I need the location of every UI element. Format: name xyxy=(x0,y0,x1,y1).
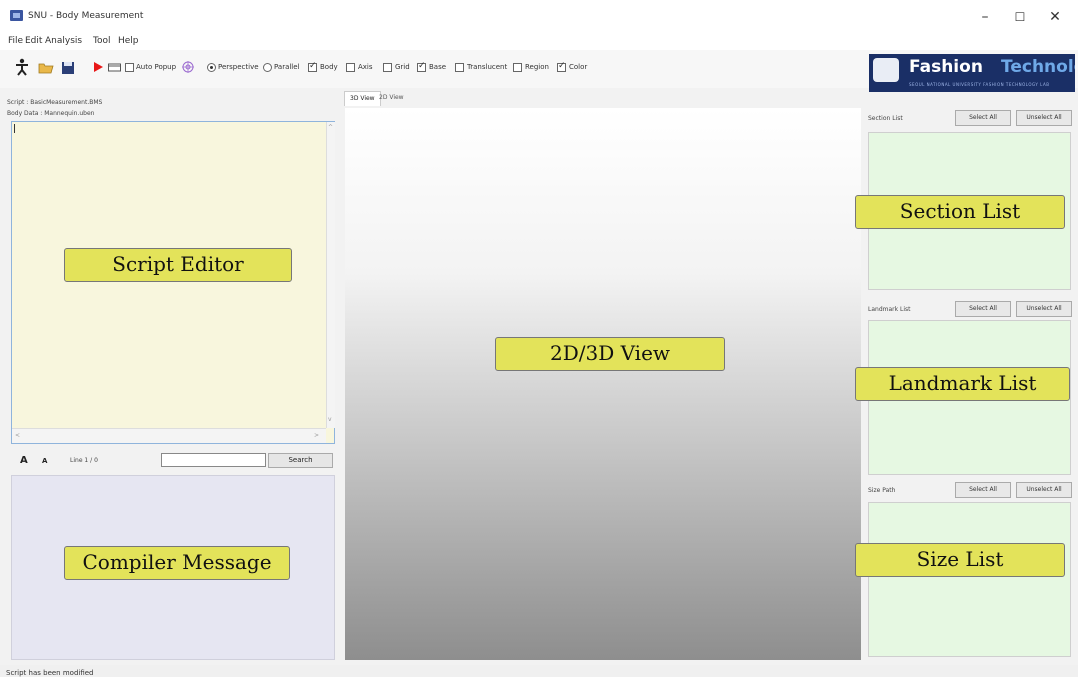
region-label: Region xyxy=(525,63,549,71)
grid-label: Grid xyxy=(395,63,410,71)
save-icon[interactable] xyxy=(60,58,76,76)
font-increase-button[interactable]: A xyxy=(20,455,28,466)
color-checkbox[interactable] xyxy=(557,61,566,72)
close-button[interactable]: ✕ xyxy=(1040,6,1070,28)
translucent-checkbox[interactable] xyxy=(455,63,464,72)
section-unselect-all-button[interactable]: Unselect All xyxy=(1016,110,1072,126)
minimize-button[interactable]: – xyxy=(970,6,1000,28)
script-editor[interactable]: ^ v < > Script Editor xyxy=(11,121,335,444)
search-input[interactable] xyxy=(161,453,266,467)
region-checkbox[interactable] xyxy=(513,63,522,72)
color-label: Color xyxy=(569,63,588,71)
scroll-down-icon[interactable]: v xyxy=(328,416,332,423)
parallel-label: Parallel xyxy=(274,63,300,71)
callout-compiler-message: Compiler Message xyxy=(64,546,290,580)
size-unselect-all-button[interactable]: Unselect All xyxy=(1016,482,1072,498)
body-checkbox[interactable] xyxy=(308,61,317,72)
tab-2d-view[interactable]: 2D View xyxy=(374,91,409,106)
window-icon[interactable] xyxy=(107,58,123,76)
logo-subtitle: SEOUL NATIONAL UNIVERSITY FASHION TECHNO… xyxy=(909,82,1050,87)
maximize-button[interactable]: ☐ xyxy=(1005,6,1035,28)
section-list-label: Section List xyxy=(868,115,903,122)
title-bar: SNU - Body Measurement – ☐ ✕ xyxy=(0,0,1078,34)
scroll-left-icon[interactable]: < xyxy=(15,432,20,439)
landmark-unselect-all-button[interactable]: Unselect All xyxy=(1016,301,1072,317)
auto-popup-label: Auto Popup xyxy=(136,63,177,71)
callout-size-list: Size List xyxy=(855,543,1065,577)
menu-edit[interactable]: Edit xyxy=(25,36,42,46)
search-button[interactable]: Search xyxy=(268,453,333,468)
view-area[interactable]: 2D/3D View xyxy=(345,108,861,660)
script-file-label: Script : BasicMeasurement.BMS xyxy=(7,99,103,106)
line-info: Line 1 / 0 xyxy=(70,457,98,464)
run-icon[interactable] xyxy=(90,58,106,76)
callout-section-list: Section List xyxy=(855,195,1065,229)
fashion-technology-logo: Fashion Technology SEOUL NATIONAL UNIVER… xyxy=(869,54,1075,92)
body-label: Body xyxy=(320,63,338,71)
translucent-label: Translucent xyxy=(467,63,508,71)
size-select-all-button[interactable]: Select All xyxy=(955,482,1011,498)
parallel-radio[interactable] xyxy=(263,63,272,72)
target-icon[interactable] xyxy=(180,58,196,76)
menu-analysis[interactable]: Analysis xyxy=(45,36,82,46)
body-data-label: Body Data : Mannequin.uben xyxy=(7,110,95,117)
person-icon[interactable] xyxy=(14,58,30,76)
size-list[interactable] xyxy=(868,502,1071,657)
open-folder-icon[interactable] xyxy=(38,58,54,76)
app-window: SNU - Body Measurement – ☐ ✕ File Edit A… xyxy=(0,0,1078,677)
size-path-label: Size Path xyxy=(868,487,896,494)
section-select-all-button[interactable]: Select All xyxy=(955,110,1011,126)
compiler-message-panel: Compiler Message xyxy=(11,475,335,660)
scroll-right-icon[interactable]: > xyxy=(314,432,319,439)
menu-file[interactable]: File xyxy=(8,36,23,46)
grid-checkbox[interactable] xyxy=(383,63,392,72)
landmark-list-label: Landmark List xyxy=(868,306,911,313)
status-text: Script has been modified xyxy=(6,669,94,677)
font-decrease-button[interactable]: A xyxy=(42,457,47,465)
status-bar xyxy=(0,665,1078,677)
menu-help[interactable]: Help xyxy=(118,36,139,46)
landmark-select-all-button[interactable]: Select All xyxy=(955,301,1011,317)
emblem-icon xyxy=(873,58,899,82)
menu-tool[interactable]: Tool xyxy=(93,36,110,46)
axis-label: Axis xyxy=(358,63,373,71)
text-cursor xyxy=(14,124,15,133)
callout-script-editor: Script Editor xyxy=(64,248,292,282)
scroll-up-icon[interactable]: ^ xyxy=(328,124,333,131)
perspective-label: Perspective xyxy=(218,63,259,71)
logo-word-fashion: Fashion xyxy=(909,57,983,77)
menu-bar: File Edit Analysis Tool Help xyxy=(0,34,1078,50)
perspective-radio[interactable] xyxy=(207,63,216,72)
editor-vertical-scrollbar[interactable]: ^ v xyxy=(326,122,335,428)
editor-horizontal-scrollbar[interactable]: < > xyxy=(12,428,326,443)
app-icon xyxy=(10,10,23,21)
window-title: SNU - Body Measurement xyxy=(28,11,144,21)
base-label: Base xyxy=(429,63,447,71)
callout-landmark-list: Landmark List xyxy=(855,367,1070,401)
callout-view: 2D/3D View xyxy=(495,337,725,371)
base-checkbox[interactable] xyxy=(417,61,426,72)
axis-checkbox[interactable] xyxy=(346,63,355,72)
logo-word-technology: Technology xyxy=(1001,57,1075,77)
auto-popup-checkbox[interactable] xyxy=(125,63,134,72)
